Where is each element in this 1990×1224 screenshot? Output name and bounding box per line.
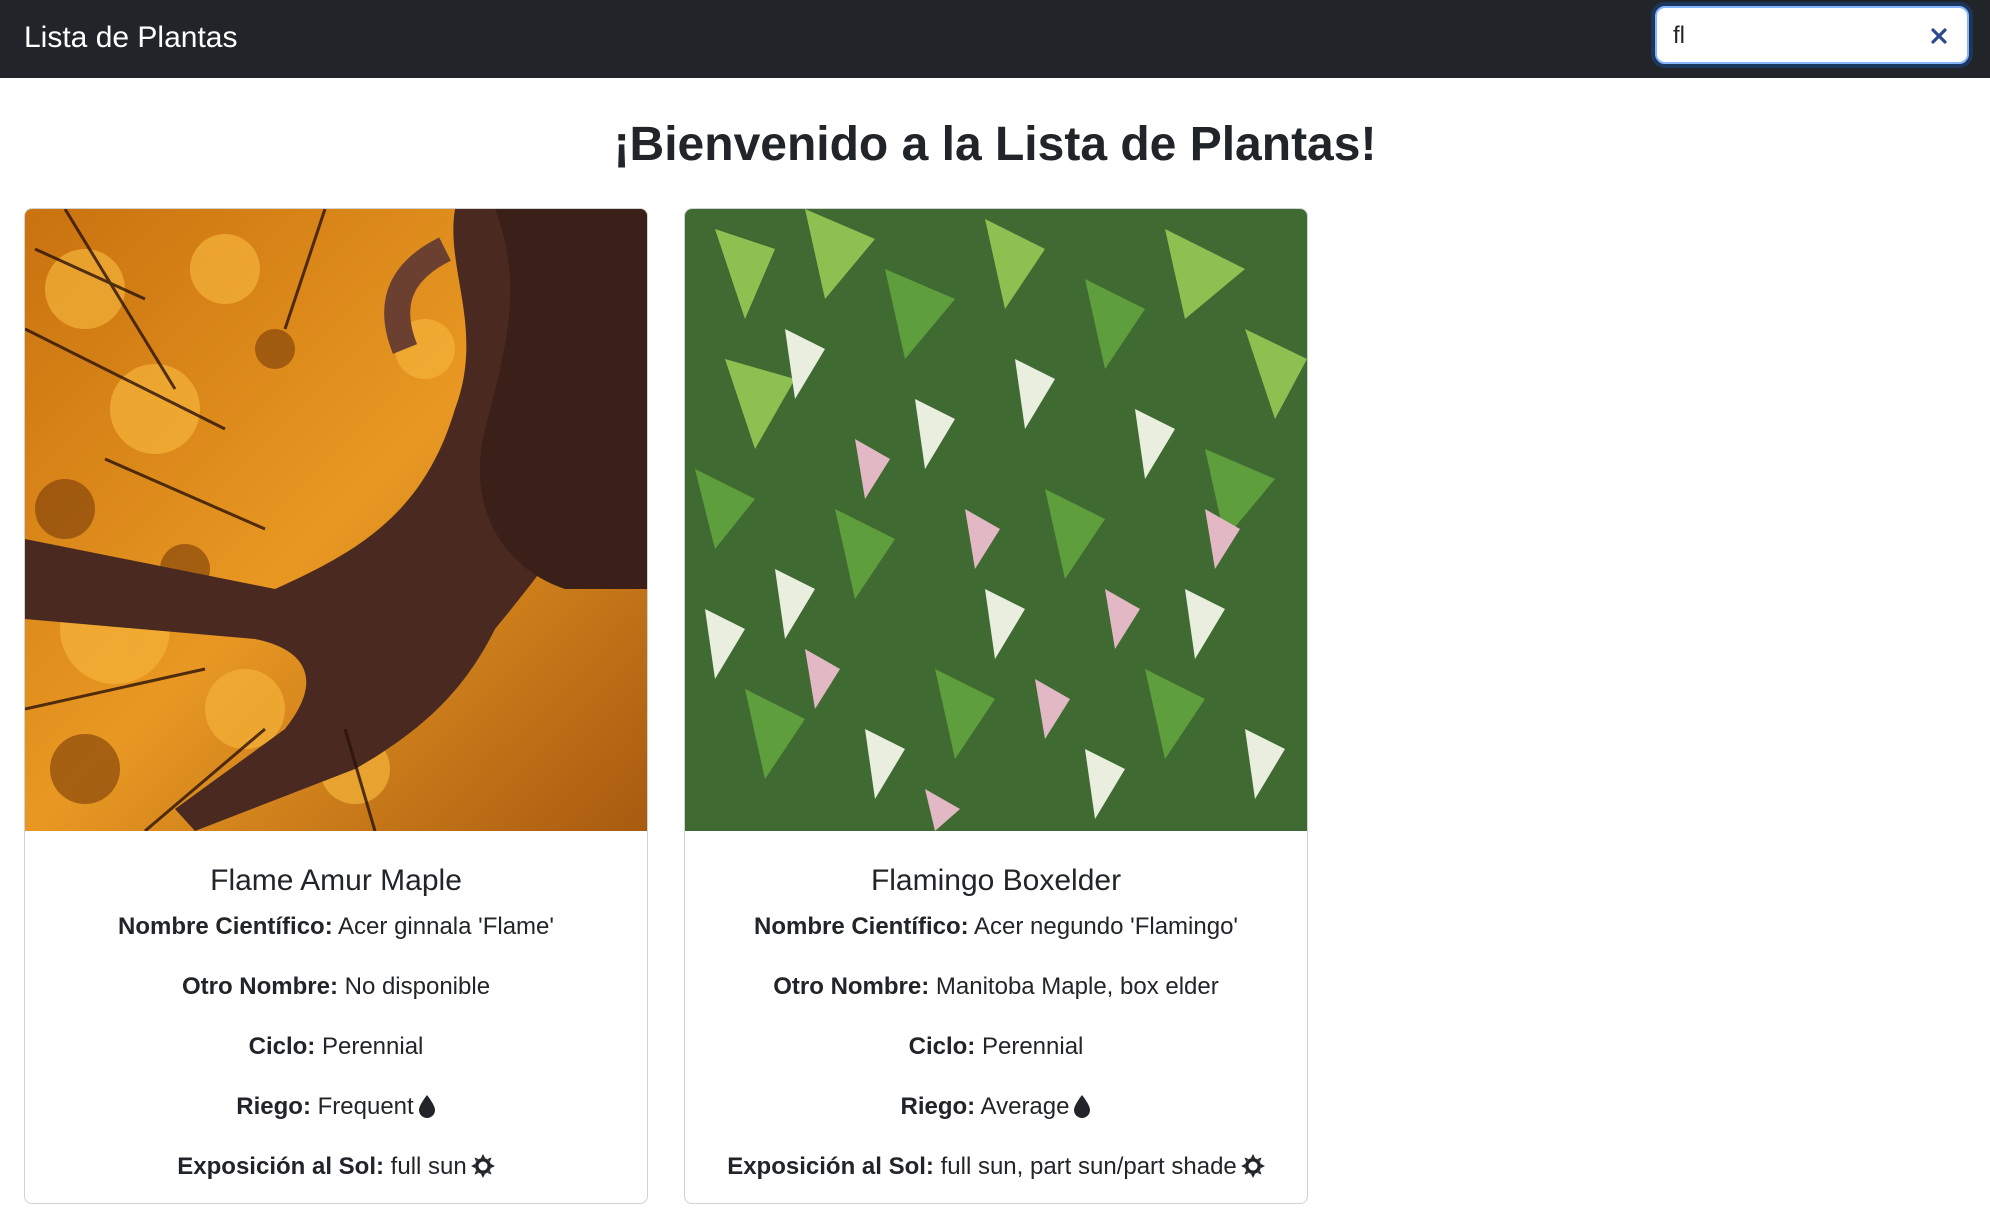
sun-icon [470, 1154, 495, 1178]
card-body: Flamingo Boxelder Nombre Científico: Ace… [685, 831, 1307, 1183]
scientific-name-value: Acer ginnala 'Flame' [338, 913, 554, 940]
watering-value: Average [980, 1093, 1070, 1120]
plant-card: Flamingo Boxelder Nombre Científico: Ace… [684, 208, 1308, 1204]
watering-value: Frequent [317, 1093, 414, 1120]
close-icon [1931, 28, 1947, 44]
search-box[interactable] [1655, 6, 1969, 64]
scientific-name-label: Nombre Científico: [753, 913, 969, 940]
other-name-value: Manitoba Maple, box elder [935, 973, 1219, 1000]
other-name-line: Otro Nombre: Manitoba Maple, box elder [685, 971, 1307, 1003]
watering-label: Riego: [236, 1093, 311, 1120]
plant-name: Flame Amur Maple [210, 864, 462, 897]
sun-label: Exposición al Sol: [727, 1153, 934, 1180]
other-name-label: Otro Nombre: [773, 973, 930, 1000]
cycle-label: Ciclo: [908, 1033, 976, 1060]
cycle-value: Perennial [981, 1033, 1084, 1060]
plant-name: Flamingo Boxelder [870, 864, 1122, 897]
droplet-icon [418, 1095, 435, 1118]
other-name-value: No disponible [344, 973, 491, 1000]
sun-value: full sun [390, 1153, 467, 1180]
page-title: ¡Bienvenido a la Lista de Plantas! [613, 118, 1377, 171]
scientific-name-value: Acer negundo 'Flamingo' [974, 913, 1239, 940]
sun-value: full sun, part sun/part shade [940, 1153, 1237, 1180]
sun-line: Exposición al Sol: full sun [25, 1151, 647, 1183]
plant-image [25, 209, 647, 831]
other-name-line: Otro Nombre: No disponible [25, 971, 647, 1003]
scientific-name-line: Nombre Científico: Acer ginnala 'Flame' [25, 911, 647, 943]
watering-label: Riego: [900, 1093, 976, 1120]
search-input[interactable] [1673, 18, 1913, 54]
clear-search-button[interactable] [1925, 22, 1953, 50]
cycle-label: Ciclo: [248, 1033, 316, 1060]
navbar: Lista de Plantas [0, 0, 1990, 78]
sun-line: Exposición al Sol: full sun, part sun/pa… [685, 1151, 1307, 1183]
scientific-name-label: Nombre Científico: [118, 913, 333, 940]
scientific-name-line: Nombre Científico: Acer negundo 'Flaming… [685, 911, 1307, 943]
sun-label: Exposición al Sol: [177, 1153, 384, 1180]
droplet-icon [1074, 1095, 1091, 1118]
cycle-line: Ciclo: Perennial [25, 1031, 647, 1063]
other-name-label: Otro Nombre: [181, 973, 338, 1000]
watering-line: Riego: Average [685, 1091, 1307, 1123]
cycle-line: Ciclo: Perennial [685, 1031, 1307, 1063]
watering-line: Riego: Frequent [25, 1091, 647, 1123]
plant-card: Flame Amur Maple Nombre Científico: Acer… [24, 208, 648, 1204]
cycle-value: Perennial [321, 1033, 424, 1060]
card-body: Flame Amur Maple Nombre Científico: Acer… [25, 831, 647, 1183]
plant-image [685, 209, 1307, 831]
sun-icon [1240, 1154, 1265, 1178]
brand-title[interactable]: Lista de Plantas [24, 18, 237, 58]
